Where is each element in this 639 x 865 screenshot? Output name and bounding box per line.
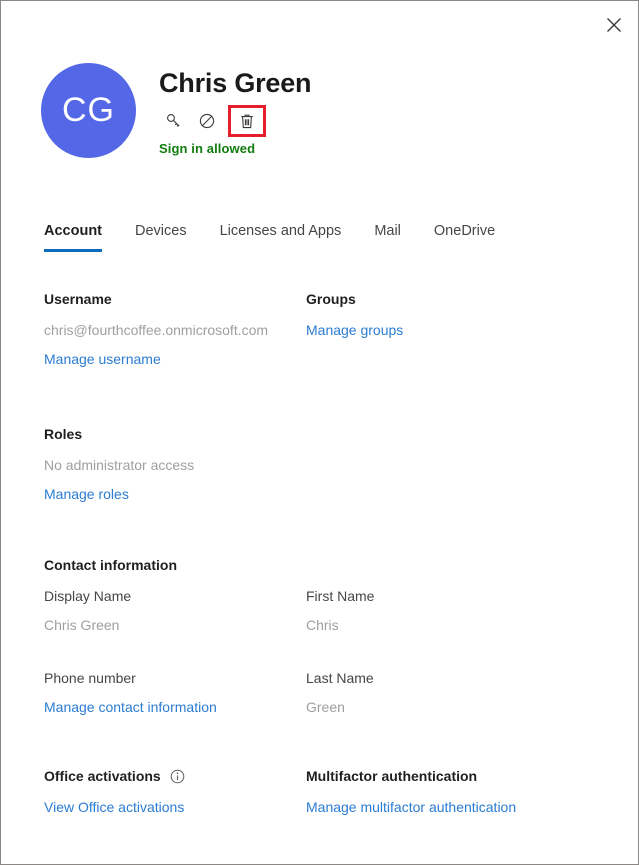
roles-value: No administrator access [44, 457, 195, 473]
display-name-field: Display Name Chris Green [44, 588, 306, 646]
tab-account[interactable]: Account [44, 223, 102, 252]
block-signin-button[interactable] [192, 106, 222, 136]
manage-roles-link[interactable]: Manage roles [44, 486, 129, 502]
roles-right-spacer [306, 426, 568, 557]
last-name-value: Green [306, 699, 345, 715]
first-name-field: First Name Chris [306, 588, 568, 646]
groups-section: Groups Manage groups [306, 291, 568, 426]
display-name-value: Chris Green [44, 617, 120, 633]
phone-number-field: Phone number Manage contact information [44, 670, 306, 728]
roles-section: Roles No administrator access Manage rol… [44, 426, 306, 557]
block-icon [198, 112, 216, 130]
delete-user-button[interactable] [228, 105, 266, 137]
last-name-label: Last Name [306, 670, 374, 686]
account-tab-content: Username chris@fourthcoffee.onmicrosoft.… [44, 291, 618, 817]
contact-phone-row: Phone number Manage contact information … [44, 670, 618, 728]
manage-groups-link[interactable]: Manage groups [306, 322, 403, 338]
phone-number-label: Phone number [44, 670, 136, 686]
page-title: Chris Green [159, 68, 312, 98]
activations-mfa-row: Office activations View Office activatio… [44, 768, 618, 817]
mfa-heading: Multifactor authentication [306, 768, 478, 784]
user-details-panel: CG Chris Green Sign in allowed Account D… [0, 0, 639, 865]
tab-bar: Account Devices Licenses and Apps Mail O… [44, 223, 528, 252]
office-activations-heading: Office activations [44, 768, 306, 784]
contact-names-row: Display Name Chris Green First Name Chri… [44, 588, 618, 646]
tab-onedrive[interactable]: OneDrive [434, 223, 495, 252]
mfa-section: Multifactor authentication Manage multif… [306, 768, 568, 817]
reset-password-button[interactable] [159, 106, 189, 136]
manage-contact-information-link[interactable]: Manage contact information [44, 699, 217, 715]
first-name-label: First Name [306, 588, 375, 604]
contact-section: Contact information [44, 557, 306, 588]
roles-row: Roles No administrator access Manage rol… [44, 426, 618, 557]
first-name-value: Chris [306, 617, 339, 633]
display-name-label: Display Name [44, 588, 132, 604]
manage-username-link[interactable]: Manage username [44, 351, 161, 367]
user-header-text: Chris Green Sign in allowed [159, 63, 312, 156]
tab-licenses-and-apps[interactable]: Licenses and Apps [220, 223, 342, 252]
username-section: Username chris@fourthcoffee.onmicrosoft.… [44, 291, 306, 426]
last-name-field: Last Name Green [306, 670, 568, 728]
close-icon [606, 17, 622, 33]
roles-heading: Roles [44, 426, 83, 442]
contact-heading-row: Contact information [44, 557, 618, 588]
avatar-initials: CG [62, 91, 115, 129]
tab-mail[interactable]: Mail [374, 223, 401, 252]
groups-heading: Groups [306, 291, 356, 307]
info-icon[interactable] [170, 769, 185, 784]
username-value: chris@fourthcoffee.onmicrosoft.com [44, 322, 269, 338]
user-header: CG Chris Green Sign in allowed [41, 63, 312, 158]
contact-information-heading: Contact information [44, 557, 177, 573]
status-badge: Sign in allowed [159, 141, 256, 156]
close-button[interactable] [591, 2, 637, 48]
user-action-toolbar [159, 105, 311, 137]
contact-heading-right-spacer [306, 557, 568, 588]
view-office-activations-link[interactable]: View Office activations [44, 799, 184, 815]
tab-devices[interactable]: Devices [135, 223, 187, 252]
username-heading: Username [44, 291, 112, 307]
manage-mfa-link[interactable]: Manage multifactor authentication [306, 799, 516, 815]
office-activations-section: Office activations View Office activatio… [44, 768, 306, 817]
avatar: CG [41, 63, 136, 158]
key-icon [165, 112, 183, 130]
trash-icon [239, 113, 255, 130]
username-groups-row: Username chris@fourthcoffee.onmicrosoft.… [44, 291, 618, 426]
